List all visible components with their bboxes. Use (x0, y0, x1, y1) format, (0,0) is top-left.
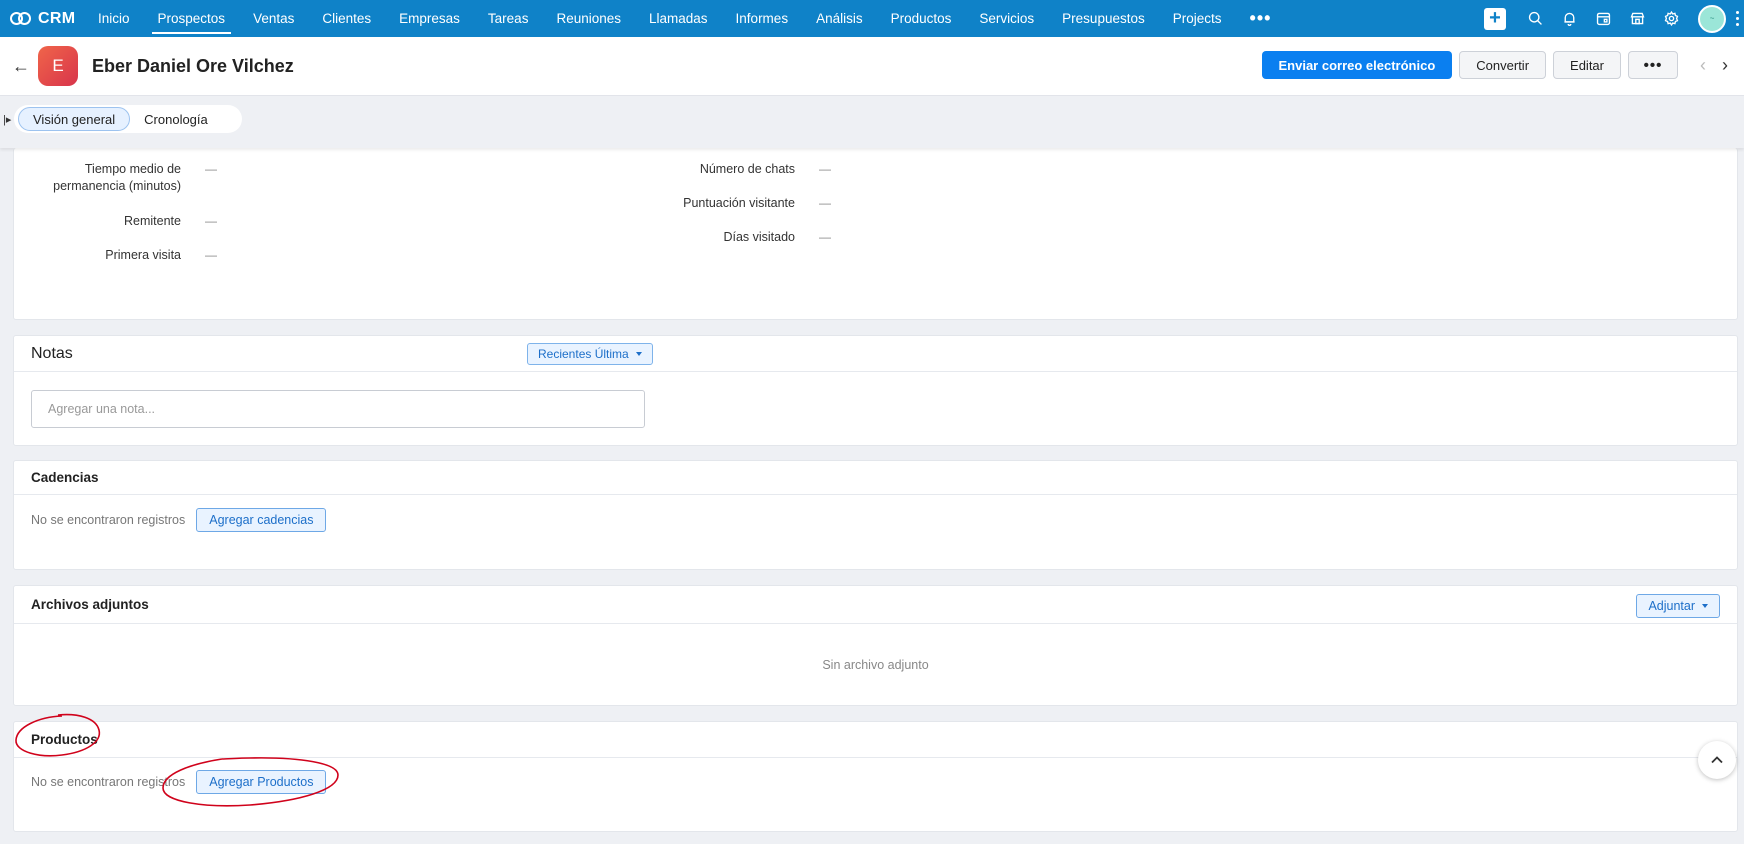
user-avatar[interactable]: ~ (1698, 4, 1726, 33)
add-note-input[interactable]: Agregar una nota... (31, 390, 645, 428)
nav-item-ventas[interactable]: Ventas (239, 0, 308, 37)
nav-item-informes[interactable]: Informes (722, 0, 803, 37)
more-actions-button[interactable]: ••• (1628, 51, 1678, 79)
edit-button[interactable]: Editar (1553, 51, 1621, 79)
nav-item-empresas[interactable]: Empresas (385, 0, 474, 37)
nav-item-prospectos[interactable]: Prospectos (144, 0, 240, 37)
products-title: Productos (31, 732, 98, 747)
nav-item-analisis[interactable]: Análisis (802, 0, 877, 37)
field-row: Primera visita — (14, 247, 217, 264)
module-tabs: Inicio Prospectos Ventas Clientes Empres… (84, 0, 1285, 37)
tab-overview[interactable]: Visión general (18, 107, 131, 131)
top-navigation: CRM Inicio Prospectos Ventas Clientes Em… (0, 0, 1744, 37)
next-record-icon[interactable]: › (1722, 55, 1728, 76)
search-icon[interactable] (1524, 8, 1546, 30)
attach-label: Adjuntar (1648, 599, 1695, 613)
record-avatar: E (38, 46, 78, 86)
field-value: — (205, 162, 217, 176)
nav-item-inicio[interactable]: Inicio (84, 0, 144, 37)
nav-item-projects[interactable]: Projects (1159, 0, 1236, 37)
record-header: ← E Eber Daniel Ore Vilchez Enviar corre… (0, 37, 1744, 96)
field-row: Tiempo medio de permanencia (minutos) — (14, 161, 217, 195)
nav-item-servicios[interactable]: Servicios (965, 0, 1048, 37)
add-cadences-button[interactable]: Agregar cadencias (196, 508, 327, 532)
products-section: Productos No se encontraron registros Ag… (13, 721, 1738, 832)
back-arrow-icon[interactable]: ← (12, 56, 34, 77)
cadences-empty-row: No se encontraron registros Agregar cade… (31, 508, 327, 532)
nav-more-icon[interactable]: ••• (1236, 0, 1286, 37)
attachments-title: Archivos adjuntos (31, 597, 149, 612)
nav-item-llamadas[interactable]: Llamadas (635, 0, 722, 37)
notes-title: Notas (31, 344, 73, 362)
field-row: Remitente — (14, 213, 217, 230)
nav-item-productos[interactable]: Productos (877, 0, 966, 37)
field-value: — (205, 214, 217, 228)
notes-section: Notas Recientes Última Agregar una nota.… (13, 335, 1738, 446)
tab-group: Visión general Cronología (14, 105, 242, 133)
caret-down-icon (1702, 604, 1708, 608)
field-value: — (819, 162, 831, 176)
field-label: Primera visita (105, 248, 181, 262)
field-row: Puntuación visitante — (614, 195, 831, 212)
attachments-empty-text: Sin archivo adjunto (822, 658, 929, 672)
field-label: Número de chats (699, 162, 795, 176)
record-tabs-bar: |▸ Visión general Cronología (0, 96, 1744, 148)
top-right-tools: + ~ (1484, 0, 1744, 37)
field-label: Días visitado (723, 230, 795, 244)
previous-record-icon[interactable]: ‹ (1700, 55, 1706, 76)
field-value: — (819, 196, 831, 210)
attachments-section: Archivos adjuntos Adjuntar Sin archivo a… (13, 585, 1738, 706)
attach-dropdown-button[interactable]: Adjuntar (1636, 594, 1720, 618)
tab-timeline[interactable]: Cronología (130, 107, 222, 131)
caret-down-icon (635, 352, 642, 356)
attachments-header: Archivos adjuntos Adjuntar (14, 586, 1737, 624)
notes-sort-label: Recientes Última (538, 347, 629, 361)
cadences-empty-text: No se encontraron registros (31, 513, 186, 527)
kebab-menu-icon[interactable] (1734, 11, 1740, 26)
notes-sort-dropdown[interactable]: Recientes Última (527, 343, 653, 365)
cadences-section: Cadencias No se encontraron registros Ag… (13, 460, 1738, 570)
brand-name: CRM (38, 9, 76, 27)
field-value: — (205, 248, 217, 262)
cadences-title: Cadencias (31, 470, 99, 485)
field-row: Número de chats — (614, 161, 831, 178)
products-empty-text: No se encontraron registros (31, 775, 186, 789)
field-label: Remitente (124, 214, 181, 228)
products-header: Productos (14, 722, 1737, 758)
add-products-button[interactable]: Agregar Productos (196, 770, 327, 794)
field-value: — (819, 230, 831, 244)
notes-header: Notas Recientes Última (14, 336, 1737, 372)
field-label: Tiempo medio de permanencia (minutos) (53, 162, 181, 193)
products-empty-row: No se encontraron registros Agregar Prod… (31, 770, 327, 794)
cadences-header: Cadencias (14, 461, 1737, 495)
convert-button[interactable]: Convertir (1459, 51, 1547, 79)
store-icon[interactable] (1626, 8, 1648, 30)
record-title: Eber Daniel Ore Vilchez (92, 55, 294, 76)
bell-icon[interactable] (1558, 8, 1580, 30)
calendar-icon[interactable] (1592, 8, 1614, 30)
field-label: Puntuación visitante (683, 196, 795, 210)
record-actions: Enviar correo electrónico Convertir Edit… (1261, 51, 1737, 79)
visitor-info-section: Tiempo medio de permanencia (minutos) — … (13, 148, 1738, 320)
gear-icon[interactable] (1660, 8, 1682, 30)
nav-item-tareas[interactable]: Tareas (474, 0, 543, 37)
crm-logo-icon (10, 11, 32, 26)
send-email-button[interactable]: Enviar correo electrónico (1261, 51, 1453, 79)
chevron-up-icon (1711, 756, 1723, 764)
scroll-to-top-button[interactable] (1698, 741, 1736, 779)
nav-item-presupuestos[interactable]: Presupuestos (1048, 0, 1159, 37)
field-row: Días visitado — (614, 229, 831, 246)
sidebar-toggle-icon[interactable]: |▸ (3, 113, 11, 126)
crm-brand[interactable]: CRM (0, 0, 84, 37)
nav-item-reuniones[interactable]: Reuniones (542, 0, 635, 37)
avatar-image: ~ (1709, 14, 1715, 23)
plus-icon[interactable]: + (1484, 7, 1506, 30)
nav-item-clientes[interactable]: Clientes (308, 0, 385, 37)
